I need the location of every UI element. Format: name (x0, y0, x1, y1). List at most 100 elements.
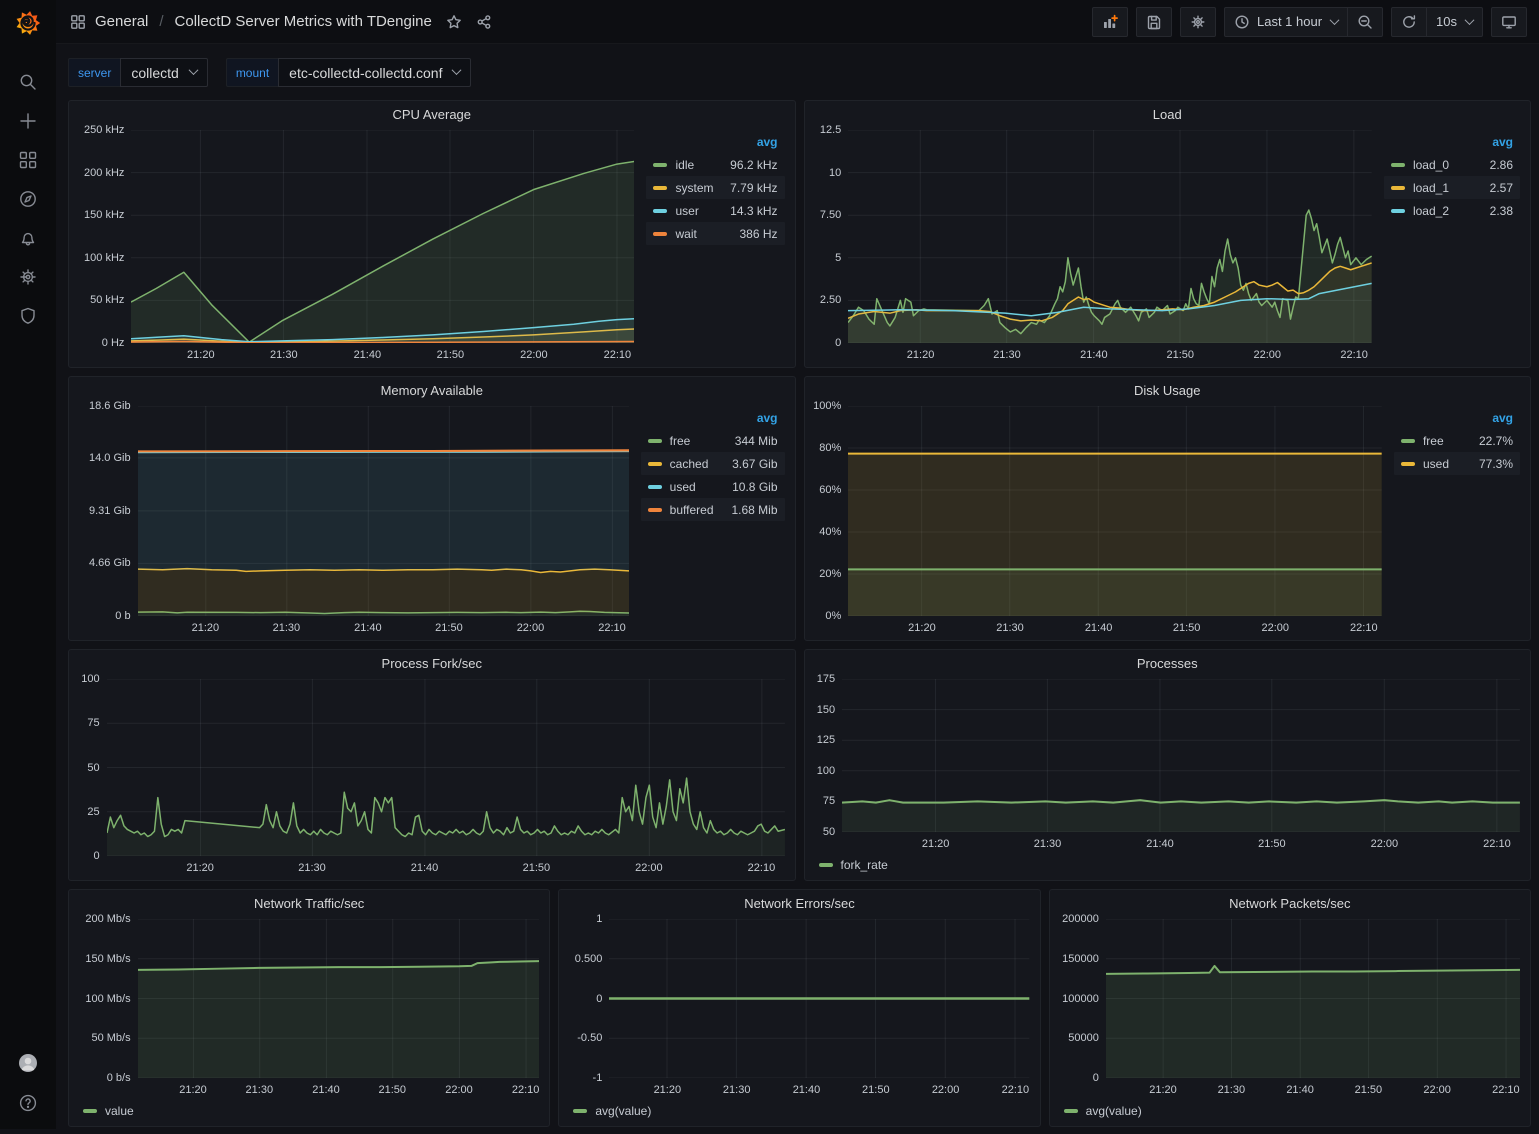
explore-compass-icon[interactable] (18, 189, 38, 209)
cycle-view-mode-button[interactable] (1491, 7, 1527, 37)
chart-canvas[interactable] (138, 406, 629, 616)
y-tick-label: 12.5 (820, 124, 841, 136)
grafana-logo-icon[interactable] (13, 8, 43, 38)
legend-item-wait[interactable]: wait386 Hz (646, 222, 784, 245)
y-tick-label: -0.50 (577, 1032, 602, 1044)
panel-title[interactable]: CPU Average (69, 101, 795, 128)
y-tick-label: 10 (829, 167, 841, 179)
x-tick-label: 21:40 (1080, 349, 1108, 361)
x-axis: 21:2021:3021:4021:5022:0022:10 (848, 343, 1372, 365)
x-tick-label: 21:40 (411, 862, 439, 874)
panel-title[interactable]: Network Errors/sec (559, 890, 1039, 917)
chart-canvas[interactable] (131, 130, 634, 343)
y-tick-label: 0 (93, 850, 99, 862)
chart-canvas[interactable] (609, 919, 1029, 1078)
legend-item-value[interactable]: value (83, 1104, 134, 1118)
dashboards-icon[interactable] (18, 150, 38, 170)
y-tick-label: 9.31 Gib (89, 505, 131, 517)
panel-memory-available: Memory Available 0 b4.66 Gib9.31 Gib14.0… (68, 376, 796, 641)
x-axis: 21:2021:3021:4021:5022:0022:10 (848, 616, 1382, 638)
page-title[interactable]: CollectD Server Metrics with TDengine (175, 13, 432, 30)
legend-item-used[interactable]: used77.3% (1394, 452, 1520, 475)
legend-item-avg(value)[interactable]: avg(value) (573, 1104, 651, 1118)
dashboard-grid-icon (70, 14, 86, 30)
time-range-button[interactable]: Last 1 hour (1224, 7, 1348, 37)
panel-title[interactable]: Network Packets/sec (1050, 890, 1530, 917)
y-tick-label: 125 (817, 734, 835, 746)
chart-load: 02.5057.501012.521:2021:3021:4021:5022:0… (805, 128, 1531, 367)
x-tick-label: 21:30 (723, 1084, 751, 1096)
save-dashboard-button[interactable] (1136, 7, 1172, 37)
share-icon[interactable] (476, 14, 492, 30)
zoom-out-icon (1357, 14, 1373, 30)
legend-item-user[interactable]: user14.3 kHz (646, 199, 784, 222)
legend: avgfree22.7%used77.3% (1394, 406, 1520, 475)
panel-title[interactable]: Network Traffic/sec (69, 890, 549, 917)
legend-series-marker (653, 232, 667, 236)
variable-mount-value[interactable]: etc-collectd-collectd.conf (278, 58, 471, 87)
legend-series-name: wait (675, 227, 696, 241)
y-tick-label: 200 Mb/s (85, 913, 130, 925)
legend-series-marker (573, 1109, 587, 1113)
clock-icon (1234, 14, 1250, 30)
legend-item-system[interactable]: system7.79 kHz (646, 176, 784, 199)
create-plus-icon[interactable] (18, 111, 38, 131)
refresh-button[interactable] (1391, 7, 1427, 37)
x-tick-label: 21:20 (922, 838, 950, 850)
variable-server-value[interactable]: collectd (120, 58, 207, 87)
chart-canvas[interactable] (848, 406, 1382, 616)
y-tick-label: 25 (87, 806, 99, 818)
add-panel-button[interactable] (1092, 7, 1128, 37)
breadcrumb-folder[interactable]: General (95, 13, 148, 30)
search-icon[interactable] (18, 72, 38, 92)
x-tick-label: 22:00 (445, 1084, 473, 1096)
panel-title[interactable]: Processes (805, 650, 1531, 677)
legend-item-free[interactable]: free22.7% (1394, 429, 1520, 452)
legend-item-load_2[interactable]: load_22.38 (1384, 199, 1520, 222)
panel-title[interactable]: Disk Usage (805, 377, 1531, 404)
x-tick-label: 22:00 (635, 862, 663, 874)
y-tick-label: 0 Hz (102, 337, 125, 349)
chevron-down-icon (188, 65, 198, 75)
chart-canvas[interactable] (1106, 919, 1520, 1078)
x-tick-label: 21:50 (862, 1084, 890, 1096)
legend-series-marker (1401, 439, 1415, 443)
chart-canvas[interactable] (138, 919, 540, 1078)
chart-canvas[interactable] (848, 130, 1372, 343)
legend-item-used[interactable]: used10.8 Gib (641, 475, 785, 498)
refresh-interval-button[interactable]: 10s (1427, 7, 1483, 37)
x-tick-label: 21:50 (379, 1084, 407, 1096)
y-axis: 02.5057.501012.5 (811, 130, 849, 343)
legend-item-load_0[interactable]: load_02.86 (1384, 153, 1520, 176)
legend-item-cached[interactable]: cached3.67 Gib (641, 452, 785, 475)
legend-item-avg(value)[interactable]: avg(value) (1064, 1104, 1142, 1118)
panel-title[interactable]: Memory Available (69, 377, 795, 404)
configuration-gear-icon[interactable] (18, 267, 38, 287)
legend: fork_rate (811, 854, 1521, 878)
x-axis: 21:2021:3021:4021:5022:0022:10 (842, 832, 1520, 854)
help-icon[interactable] (18, 1093, 38, 1113)
legend-item-load_1[interactable]: load_12.57 (1384, 176, 1520, 199)
plot-column: 21:2021:3021:4021:5022:0022:10 (138, 919, 540, 1100)
zoom-out-button[interactable] (1348, 7, 1383, 37)
legend-item-buffered[interactable]: buffered1.68 Mib (641, 498, 785, 521)
user-avatar[interactable] (18, 1053, 38, 1073)
legend-series-name: fork_rate (841, 858, 888, 872)
app-root: General / CollectD Server Metrics with T… (0, 0, 1539, 1129)
chart-canvas[interactable] (842, 679, 1520, 832)
panel-title[interactable]: Load (805, 101, 1531, 128)
legend-item-idle[interactable]: idle96.2 kHz (646, 153, 784, 176)
plot-area (131, 130, 634, 343)
legend-item-fork_rate[interactable]: fork_rate (819, 858, 888, 872)
chart-disk-usage: 0%20%40%60%80%100%21:2021:3021:4021:5022… (805, 404, 1531, 640)
server-admin-shield-icon[interactable] (18, 306, 38, 326)
dashboard-settings-button[interactable] (1180, 7, 1216, 37)
panel-process-fork: Process Fork/sec 025507510021:2021:3021:… (68, 649, 796, 881)
legend-item-free[interactable]: free344 Mib (641, 429, 785, 452)
chart-canvas[interactable] (107, 679, 785, 856)
star-icon[interactable] (446, 14, 462, 30)
legend-series-avg: 344 Mib (730, 434, 778, 448)
alerting-bell-icon[interactable] (18, 228, 38, 248)
panel-title[interactable]: Process Fork/sec (69, 650, 795, 677)
y-tick-label: 100 Mb/s (85, 993, 130, 1005)
